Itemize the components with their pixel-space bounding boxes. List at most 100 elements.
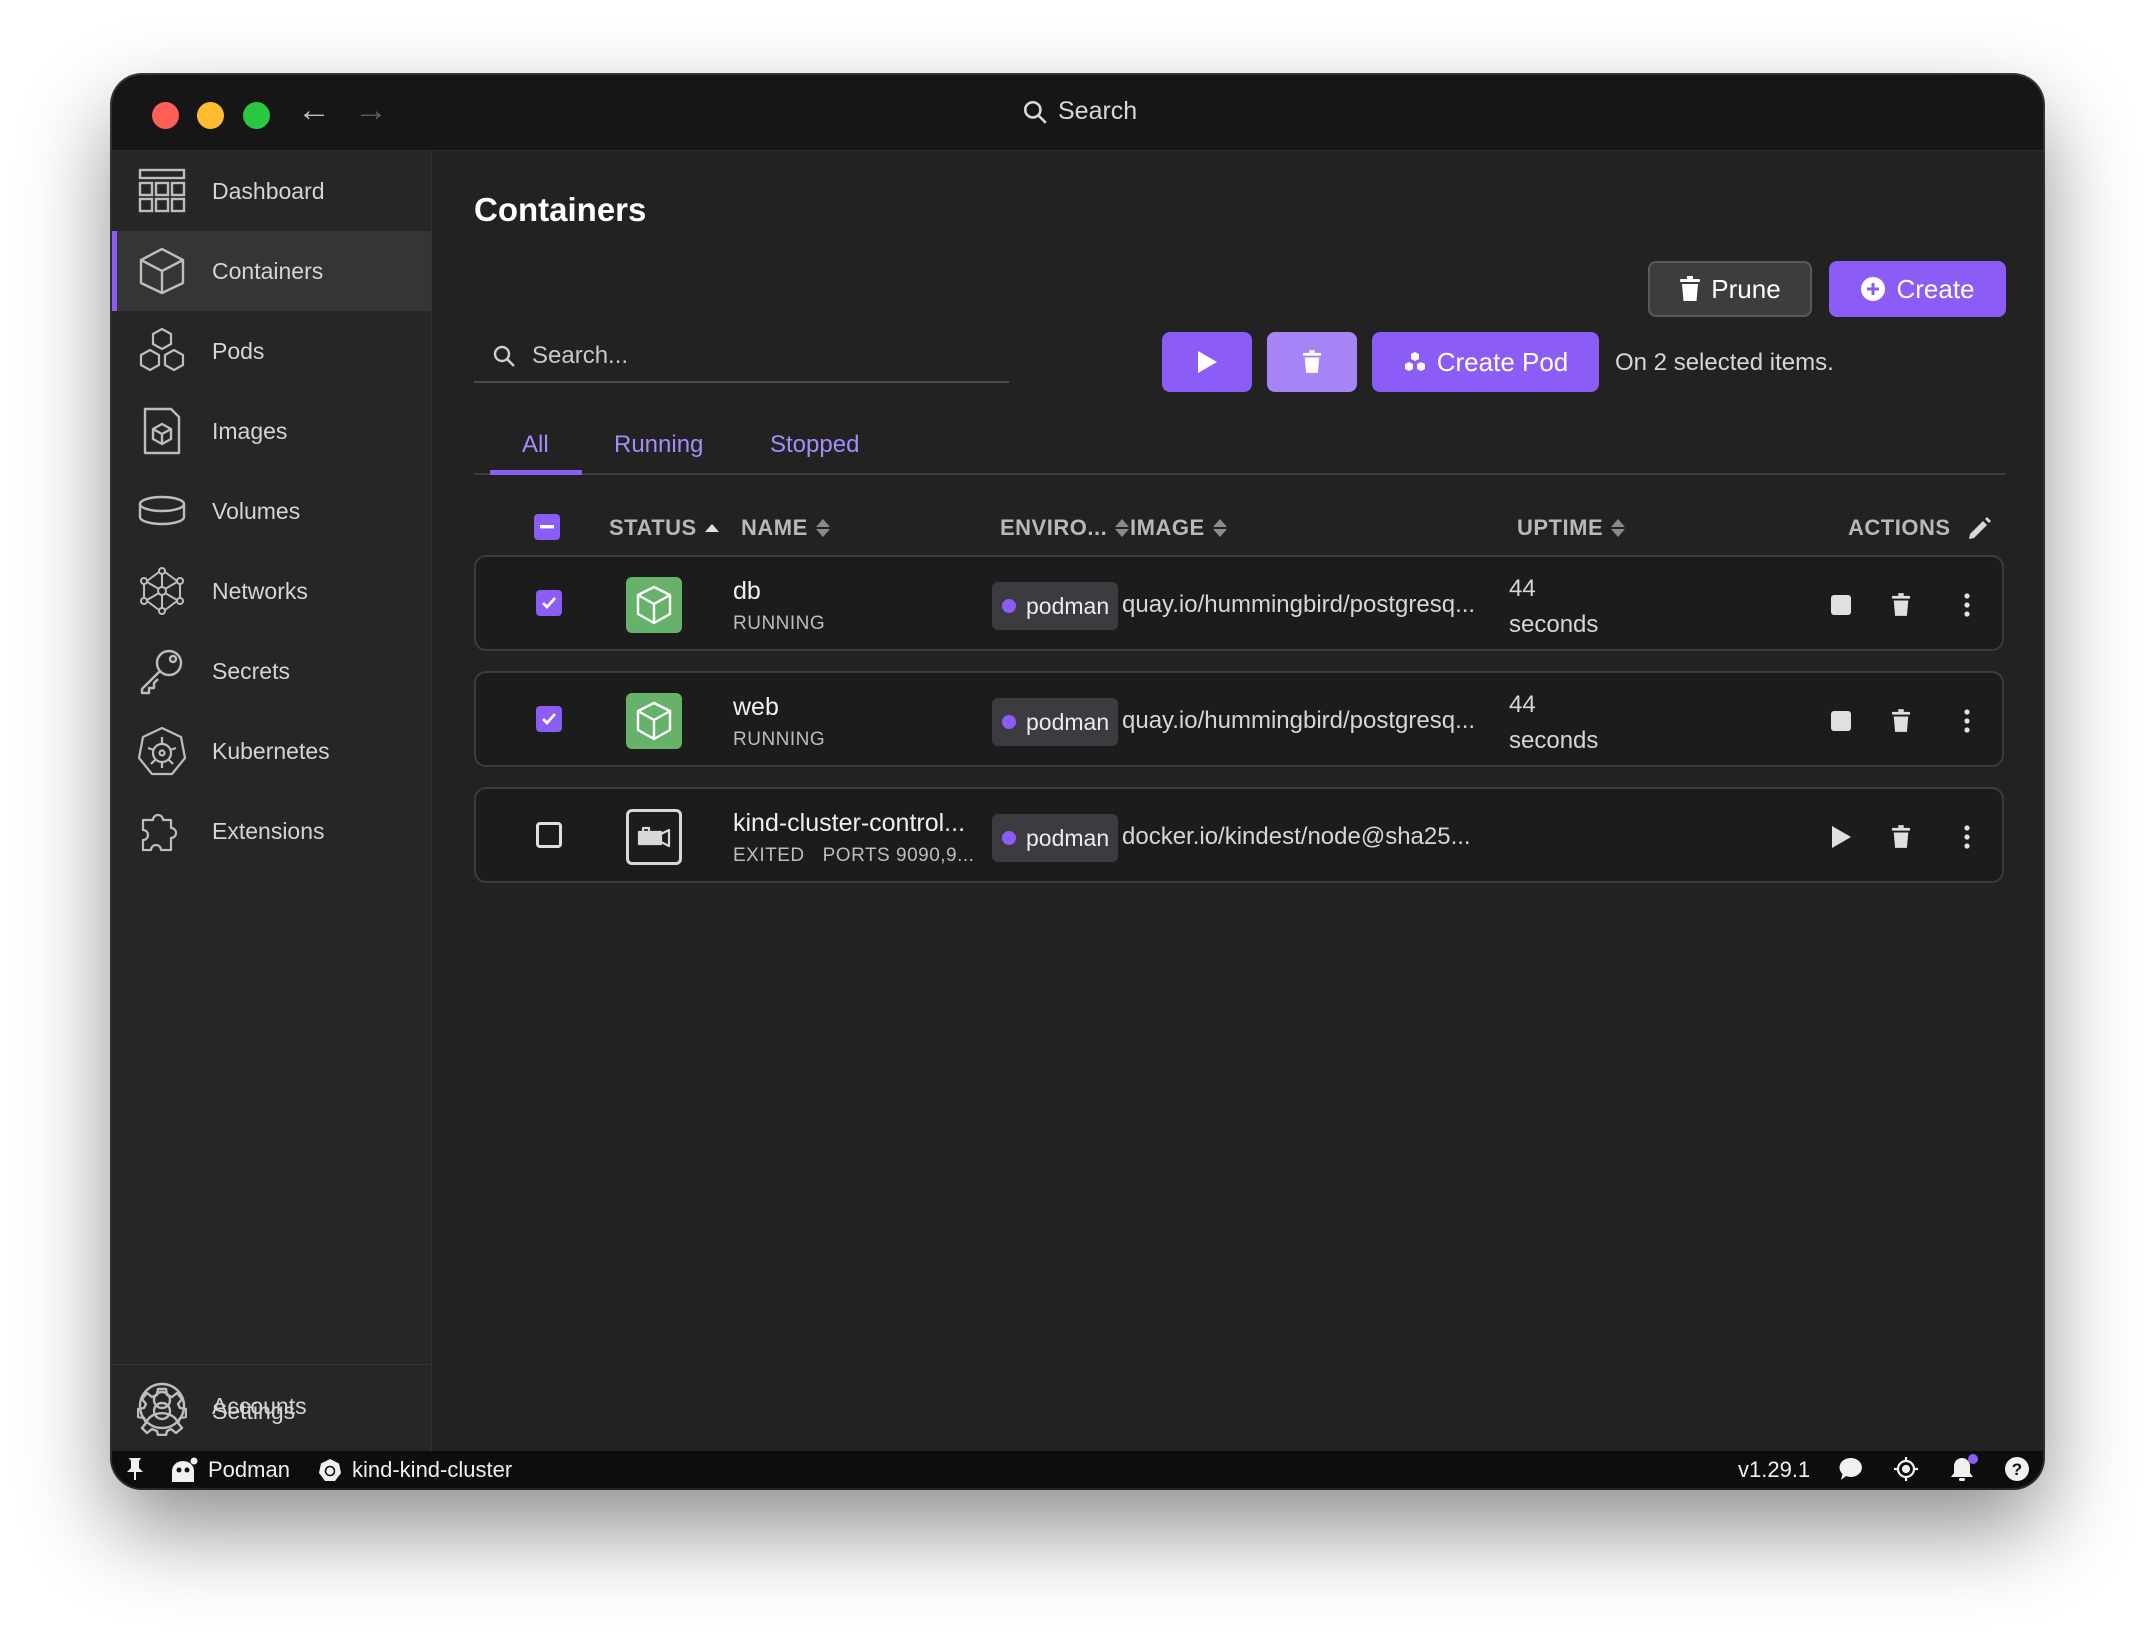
sidebar-item-images[interactable]: Images — [112, 391, 431, 471]
start-selected-button[interactable] — [1162, 332, 1252, 392]
puzzle-icon — [136, 805, 188, 857]
more-actions-button[interactable] — [1949, 587, 1985, 623]
image-icon — [136, 405, 188, 457]
sidebar: Dashboard Containers Pods Images Volumes — [112, 151, 432, 1451]
column-environment-label: ENVIRO... — [1000, 515, 1108, 540]
sort-icon — [815, 519, 830, 537]
delete-selected-button[interactable] — [1267, 332, 1357, 392]
search-icon — [1023, 100, 1047, 124]
trash-icon — [1891, 709, 1911, 732]
close-window-button[interactable] — [152, 102, 179, 129]
container-name[interactable]: kind-cluster-control... — [733, 809, 965, 838]
environment-badge: podman — [992, 698, 1119, 746]
active-tab-indicator — [490, 470, 582, 475]
sidebar-item-kubernetes[interactable]: Kubernetes — [112, 711, 431, 791]
kebab-menu-icon — [1964, 709, 1970, 733]
kubernetes-icon — [136, 725, 188, 777]
container-exited-icon — [626, 809, 682, 865]
environment-label: podman — [1026, 592, 1110, 619]
sidebar-item-extensions[interactable]: Extensions — [112, 791, 431, 871]
plus-circle-icon — [1861, 277, 1886, 301]
row-checkbox[interactable] — [536, 706, 562, 732]
minimize-window-button[interactable] — [197, 102, 224, 129]
container-state: EXITED PORTS 9090,9... — [733, 845, 975, 866]
notifications-button[interactable] — [1949, 1454, 1979, 1484]
back-arrow-icon[interactable]: ← — [297, 93, 331, 127]
sidebar-item-pods[interactable]: Pods — [112, 311, 431, 391]
tab-running[interactable]: Running — [614, 431, 703, 459]
create-button[interactable]: Create — [1829, 261, 2006, 317]
table-row[interactable]: web RUNNING podman quay.io/hummingbird/p… — [474, 671, 2004, 767]
container-uptime: 44 seconds — [1509, 691, 1599, 754]
stop-button[interactable] — [1823, 703, 1859, 739]
global-search-label: Search — [1058, 97, 1138, 125]
environment-dot-icon — [1002, 599, 1016, 613]
selection-note: On 2 selected items. — [1615, 349, 1834, 376]
row-checkbox[interactable] — [536, 822, 562, 848]
table-row[interactable]: kind-cluster-control... EXITED PORTS 9090… — [474, 787, 2004, 883]
sidebar-item-label: Dashboard — [212, 177, 325, 204]
feedback-button[interactable] — [1838, 1456, 1864, 1482]
minus-icon — [540, 525, 554, 529]
prune-button[interactable]: Prune — [1648, 261, 1812, 317]
container-search — [474, 331, 1009, 383]
sidebar-divider — [112, 1364, 431, 1365]
tab-all[interactable]: All — [522, 431, 549, 459]
pin-icon — [127, 1458, 143, 1480]
environment-badge: podman — [992, 582, 1119, 630]
kubernetes-context[interactable]: kind-kind-cluster — [318, 1457, 512, 1483]
forward-arrow-icon[interactable]: → — [354, 93, 388, 127]
troubleshooting-button[interactable] — [1893, 1456, 1919, 1482]
more-actions-button[interactable] — [1949, 819, 1985, 855]
engine-status[interactable]: Podman — [168, 1457, 290, 1483]
delete-button[interactable] — [1883, 819, 1919, 855]
sidebar-item-volumes[interactable]: Volumes — [112, 471, 431, 551]
create-label: Create — [1896, 273, 1975, 304]
column-image-label: IMAGE — [1130, 515, 1205, 540]
help-button[interactable]: ? — [2004, 1456, 2030, 1482]
trash-icon — [1680, 276, 1701, 301]
stop-icon — [1831, 595, 1851, 615]
sidebar-item-label: Secrets — [212, 657, 290, 684]
kebab-menu-icon — [1964, 593, 1970, 617]
svg-text:?: ? — [2012, 1460, 2022, 1479]
search-input[interactable] — [530, 341, 994, 371]
container-image: quay.io/hummingbird/postgresq... — [1122, 707, 1476, 734]
delete-button[interactable] — [1883, 703, 1919, 739]
more-actions-button[interactable] — [1949, 703, 1985, 739]
column-environment[interactable]: ENVIRO... — [1000, 515, 1130, 541]
create-pod-button[interactable]: Create Pod — [1372, 332, 1599, 392]
pencil-icon[interactable] — [1967, 515, 1993, 541]
sidebar-item-networks[interactable]: Networks — [112, 551, 431, 631]
app-window: ← → Search Dashboard Containers Pods Ima… — [112, 75, 2043, 1488]
pin-button[interactable] — [126, 1457, 144, 1481]
tab-stopped[interactable]: Stopped — [770, 431, 859, 459]
play-icon — [1198, 351, 1217, 373]
environment-label: podman — [1026, 708, 1110, 735]
main-content: Containers Prune Create Create Pod On 2 … — [432, 151, 2043, 1451]
stop-button[interactable] — [1823, 587, 1859, 623]
start-button[interactable] — [1823, 819, 1859, 855]
sidebar-item-dashboard[interactable]: Dashboard — [112, 151, 431, 231]
row-checkbox[interactable] — [536, 590, 562, 616]
sidebar-item-secrets[interactable]: Secrets — [112, 631, 431, 711]
sidebar-item-label: Pods — [212, 337, 265, 364]
prune-label: Prune — [1711, 273, 1781, 304]
column-name[interactable]: NAME — [741, 515, 830, 541]
global-search[interactable]: Search — [1022, 97, 1137, 126]
container-name[interactable]: web — [733, 693, 779, 722]
table-row[interactable]: db RUNNING podman quay.io/hummingbird/po… — [474, 555, 2004, 651]
sidebar-item-containers[interactable]: Containers — [112, 231, 431, 311]
container-name[interactable]: db — [733, 577, 761, 606]
column-image[interactable]: IMAGE — [1130, 515, 1227, 541]
column-uptime[interactable]: UPTIME — [1517, 515, 1626, 541]
column-status[interactable]: STATUS — [609, 515, 719, 541]
kebab-menu-icon — [1964, 825, 1970, 849]
pods-icon — [136, 325, 188, 377]
sidebar-item-settings[interactable]: Settings — [112, 1371, 431, 1451]
zoom-window-button[interactable] — [243, 102, 270, 129]
delete-button[interactable] — [1883, 587, 1919, 623]
select-all-checkbox[interactable] — [534, 514, 560, 540]
sidebar-item-label: Extensions — [212, 817, 325, 844]
kubernetes-icon — [319, 1459, 341, 1481]
